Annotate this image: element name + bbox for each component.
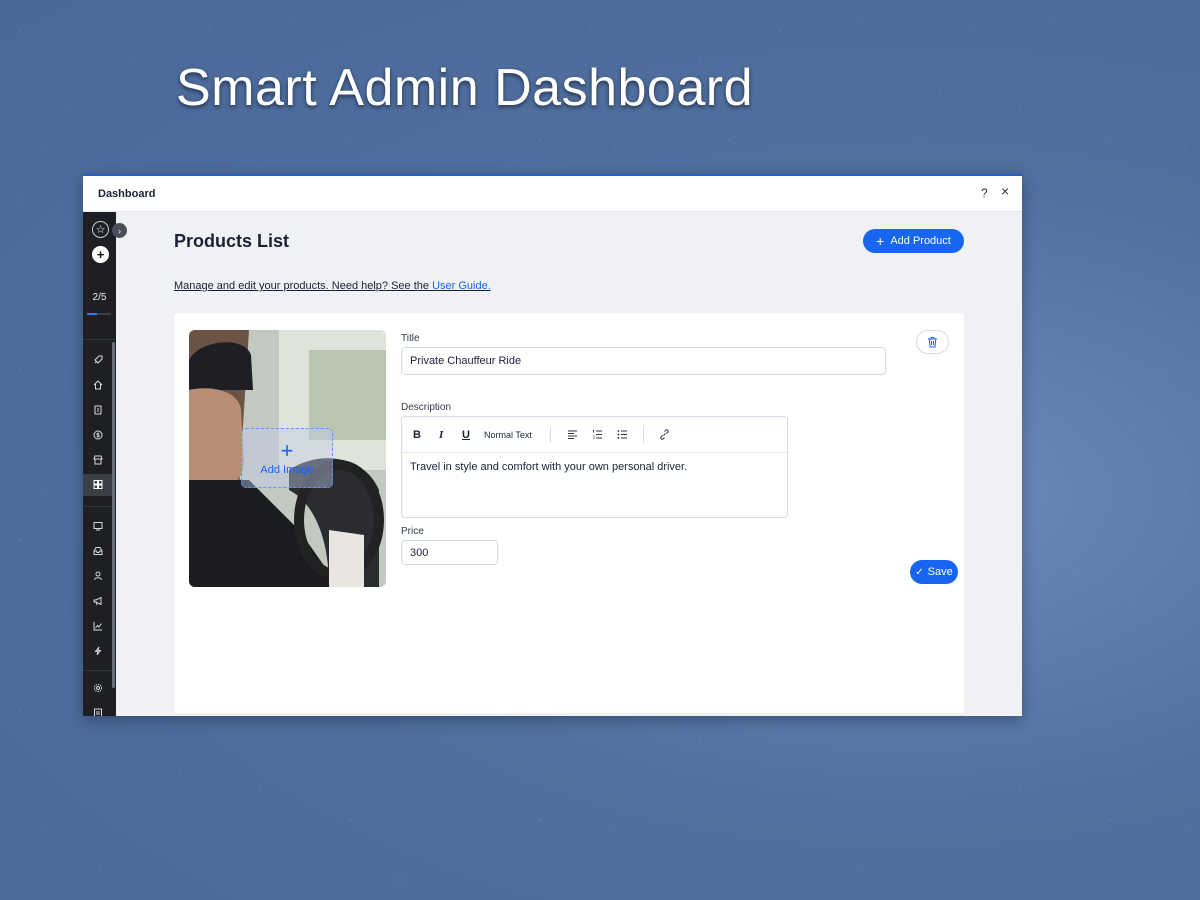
apps-icon <box>93 480 102 489</box>
bullet-list-button[interactable] <box>617 429 628 445</box>
toolbar-divider <box>550 427 551 443</box>
rocket-icon <box>93 355 102 364</box>
setup-progress-label: 2/5 <box>92 292 107 303</box>
add-image-button[interactable]: + Add Image <box>241 428 333 488</box>
close-button[interactable]: × <box>1001 183 1009 199</box>
editor-toolbar: B I U Normal Text 2 <box>402 417 787 453</box>
sidebar-item-automations[interactable] <box>83 640 112 662</box>
description-editor[interactable]: B I U Normal Text 2 Travel in style and … <box>401 416 788 518</box>
product-image: + Add Image <box>189 330 386 587</box>
star-icon[interactable]: ☆ <box>92 221 109 238</box>
window-title: Dashboard <box>98 188 156 200</box>
user-guide-link[interactable]: User Guide. <box>432 280 491 292</box>
bullet-list-icon <box>617 430 627 439</box>
help-button[interactable]: ? <box>981 185 988 201</box>
sidebar-item-analytics[interactable] <box>83 615 112 637</box>
align-left-icon <box>568 430 577 439</box>
contacts-icon <box>93 571 102 581</box>
invoice-icon <box>94 405 101 415</box>
save-label: Save <box>927 566 953 578</box>
add-product-button[interactable]: + Add Product <box>863 229 964 253</box>
product-card: + Add Image Title Description B I U Norm… <box>174 313 964 713</box>
price-input[interactable] <box>401 540 498 565</box>
hero-title: Smart Admin Dashboard <box>176 59 753 117</box>
sidebar-item-marketing[interactable] <box>83 590 112 612</box>
help-text: Manage and edit your products. Need help… <box>174 280 491 292</box>
settings-icon <box>93 683 102 693</box>
italic-button[interactable]: I <box>439 427 443 443</box>
sidebar-item-home[interactable] <box>83 374 112 396</box>
sidebar-item-website[interactable] <box>83 515 112 537</box>
sidebar-item-contacts[interactable] <box>83 565 112 587</box>
underline-button[interactable]: U <box>462 427 470 443</box>
inbox-icon <box>93 547 102 555</box>
website-icon <box>93 522 102 531</box>
description-label: Description <box>401 402 452 413</box>
align-left-button[interactable] <box>567 429 578 445</box>
add-icon[interactable]: + <box>92 246 109 263</box>
automation-icon <box>93 646 102 656</box>
price-label: Price <box>401 526 424 537</box>
sidebar-item-rocket[interactable] <box>83 349 112 371</box>
sidebar-item-apps[interactable] <box>83 474 112 496</box>
setup-progress-fill <box>87 313 97 315</box>
expand-sidebar-button[interactable]: › <box>112 223 127 238</box>
sidebar-divider <box>83 339 116 340</box>
checkmark-icon: ✓ <box>915 566 924 578</box>
plus-icon: + <box>280 438 294 463</box>
save-button[interactable]: ✓ Save <box>910 560 958 584</box>
text-style-dropdown[interactable]: Normal Text <box>484 427 532 443</box>
help-text-prefix: Manage and edit your products. Need help… <box>174 280 433 292</box>
toolbar-divider <box>643 427 644 443</box>
description-text[interactable]: Travel in style and comfort with your ow… <box>410 461 687 473</box>
sidebar-item-store[interactable] <box>83 449 112 471</box>
sidebar-item-inbox[interactable] <box>83 540 112 562</box>
bold-button[interactable]: B <box>413 427 421 443</box>
link-icon <box>660 429 669 440</box>
plus-icon: + <box>876 233 885 249</box>
numbered-list-button[interactable]: 2 <box>592 429 603 445</box>
trash-icon <box>928 337 937 348</box>
dashboard-window: Dashboard ? × ☆ + 2/5 › Products List + … <box>83 174 1022 716</box>
sidebar-item-more[interactable] <box>83 702 112 716</box>
svg-text:2: 2 <box>593 435 596 440</box>
sidebar-item-invoices[interactable] <box>83 399 112 421</box>
analytics-icon <box>93 622 102 631</box>
add-product-label: Add Product <box>890 235 951 247</box>
delete-button[interactable] <box>916 330 949 354</box>
sidebar: ☆ + 2/5 <box>83 212 116 716</box>
chevron-right-icon: › <box>118 225 121 236</box>
title-input[interactable] <box>401 347 886 375</box>
sidebar-scrollbar[interactable] <box>112 342 115 688</box>
numbered-list-icon: 2 <box>593 430 602 440</box>
home-icon <box>93 380 102 390</box>
sidebar-item-settings[interactable] <box>83 677 112 699</box>
window-titlebar: Dashboard ? × <box>83 176 1022 212</box>
sidebar-item-payments[interactable] <box>83 424 112 446</box>
setup-progress-bar <box>87 313 111 315</box>
link-button[interactable] <box>659 429 670 445</box>
store-icon <box>92 455 103 465</box>
add-image-label: Add Image <box>260 464 314 476</box>
dollar-icon <box>93 430 102 440</box>
megaphone-icon <box>93 596 101 606</box>
title-label: Title <box>401 333 420 344</box>
list-icon <box>93 708 102 716</box>
page-title: Products List <box>174 231 290 251</box>
